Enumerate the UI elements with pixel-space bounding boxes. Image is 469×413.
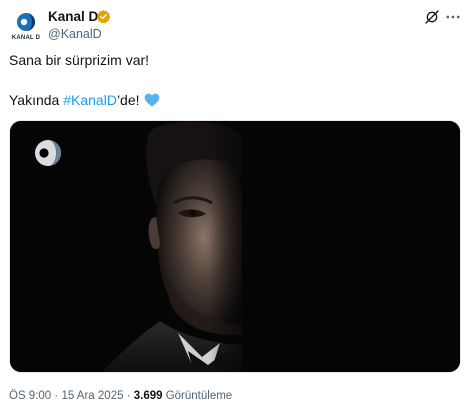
- views-count: 3.699: [133, 390, 163, 402]
- tweet-date[interactable]: 15 Ara 2025: [61, 390, 123, 402]
- account-handle[interactable]: @KanalD: [48, 27, 102, 41]
- avatar[interactable]: KANAL D: [9, 9, 43, 43]
- account-name[interactable]: Kanal D: [48, 9, 98, 24]
- separator: ·: [126, 390, 131, 402]
- hashtag-link[interactable]: #KanalD: [63, 92, 117, 108]
- tweet-meta: ÖS 9:00 · 15 Ara 2025 · 3.699 Görüntülem…: [9, 390, 232, 402]
- video-frame: [10, 121, 460, 372]
- verified-badge-icon: [96, 9, 111, 24]
- tweet-text-line-1: Sana bir sürprizim var!: [9, 52, 150, 68]
- avatar-label: KANAL D: [11, 35, 41, 41]
- separator: ·: [54, 390, 59, 402]
- blue-heart-icon: [144, 93, 159, 107]
- grok-icon[interactable]: [424, 9, 440, 25]
- tweet-time[interactable]: ÖS 9:00: [9, 390, 51, 402]
- video-thumbnail[interactable]: [9, 120, 461, 373]
- kanal-d-logo-icon: [35, 140, 61, 166]
- tweet-text-suffix: ’de!: [116, 92, 140, 108]
- tweet-text-prefix: Yakında: [9, 92, 64, 108]
- tweet-text-line-2: Yakında #KanalD’de!: [9, 92, 160, 108]
- views-label: Görüntüleme: [165, 390, 233, 402]
- tweet-card[interactable]: KANAL D Kanal D @KanalD Sana bir sürpriz…: [0, 0, 469, 413]
- more-options-icon[interactable]: [444, 9, 462, 25]
